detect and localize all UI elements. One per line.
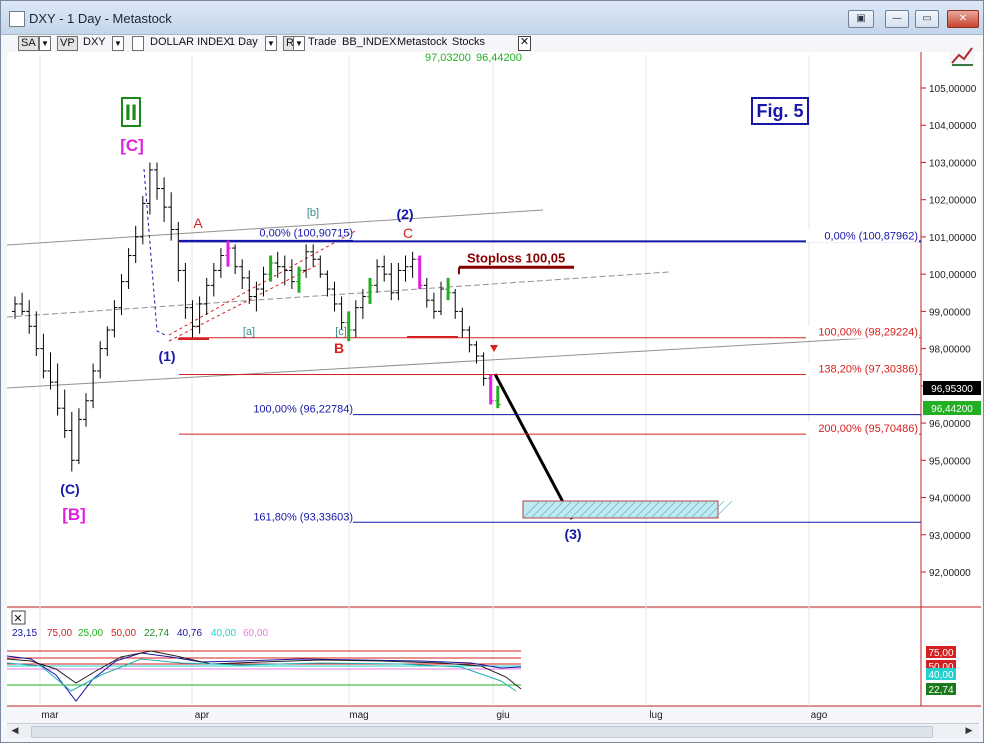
y-tick-label: 96,00000	[929, 419, 971, 430]
indicator-tag-label: 75,00	[928, 648, 953, 659]
indicator-value: 25,00	[78, 628, 103, 639]
last-close-label: 96,44200	[931, 404, 973, 415]
target-zone-box	[522, 500, 719, 519]
horizontal-scrollbar[interactable]: ◀ ▶	[7, 723, 979, 738]
y-tick-label: 93,00000	[929, 531, 971, 542]
y-tick-label: 101,00000	[929, 233, 977, 244]
fib-label: 200,00% (95,70486)	[818, 423, 918, 435]
y-tick-label: 99,00000	[929, 307, 971, 318]
indicator-value: 50,00	[111, 628, 136, 639]
fib-label: 100,00% (98,29224)	[818, 327, 918, 339]
fib-label: 138,20% (97,30386)	[818, 364, 918, 376]
wave-label: (1)	[158, 348, 175, 364]
wave-label: A	[193, 215, 203, 231]
wave-label: [B]	[62, 505, 86, 524]
stoploss-label: Stoploss 100,05	[467, 250, 565, 265]
last-price-label: 96,95300	[931, 384, 973, 395]
x-tick-label: mar	[41, 710, 59, 721]
toolbar-chart-icon[interactable]	[949, 43, 975, 67]
fib-label: 0,00% (100,87962)	[824, 230, 918, 242]
indicator-close-glyph[interactable]: ✕	[13, 613, 22, 625]
x-tick-label: ago	[811, 710, 828, 721]
indicator-tag-label: 40,00	[928, 670, 953, 681]
indicator-value: 60,00	[243, 628, 268, 639]
metastock-window: DXY - 1 Day - Metastock ▣ — ▭ ✕ SA ▼ VP …	[0, 0, 984, 743]
wave-label: [c]	[335, 326, 347, 338]
wave-label: (2)	[396, 206, 413, 222]
fib-label: 100,00% (96,22784)	[253, 404, 353, 416]
fib-label: 0,00% (100,90715)	[259, 227, 353, 239]
chart-canvas: 105,00000 104,00000 103,00000 102,00000 101,…	[6, 43, 981, 721]
indicator-tag-label: 22,74	[928, 685, 953, 696]
x-axis: mar apr mag giu lug ago	[41, 710, 827, 721]
x-tick-label: lug	[649, 710, 662, 721]
x-tick-label: giu	[496, 710, 509, 721]
scroll-right-icon[interactable]: ▶	[963, 725, 975, 737]
y-tick-label: 92,00000	[929, 568, 971, 579]
fib-label: 161,80% (93,33603)	[253, 511, 353, 523]
wave-label: (C)	[60, 481, 79, 497]
wave-label: B	[334, 340, 344, 356]
indicator-value: 75,00	[47, 628, 72, 639]
y-tick-label: 98,00000	[929, 345, 971, 356]
y-tick-label: 104,00000	[929, 121, 977, 132]
hi-value: 97,03200	[425, 52, 471, 64]
y-tick-label: 102,00000	[929, 196, 977, 207]
indicator-value: 40,00	[211, 628, 236, 639]
wave-label: [C]	[120, 136, 144, 155]
wave-label: [a]	[243, 326, 255, 338]
lo-value: 96,44200	[476, 52, 522, 64]
figure-label: Fig. 5	[756, 101, 803, 121]
y-tick-label: 100,00000	[929, 270, 977, 281]
x-tick-label: apr	[195, 710, 210, 721]
y-axis-area	[921, 52, 981, 706]
wave-label: (3)	[564, 526, 581, 542]
wave-label: II	[125, 100, 137, 125]
x-tick-label: mag	[349, 710, 368, 721]
indicator-value: 22,74	[144, 628, 169, 639]
y-tick-label: 105,00000	[929, 84, 977, 95]
scroll-left-icon[interactable]: ◀	[9, 725, 21, 737]
wave-label: [b]	[307, 207, 319, 219]
y-tick-label: 103,00000	[929, 158, 977, 169]
wave-label: C	[403, 225, 413, 241]
indicator-value: 40,76	[177, 628, 202, 639]
scroll-thumb[interactable]	[31, 726, 933, 738]
y-tick-label: 95,00000	[929, 456, 971, 467]
indicator-value: 23,15	[12, 628, 37, 639]
y-tick-label: 94,00000	[929, 494, 971, 505]
